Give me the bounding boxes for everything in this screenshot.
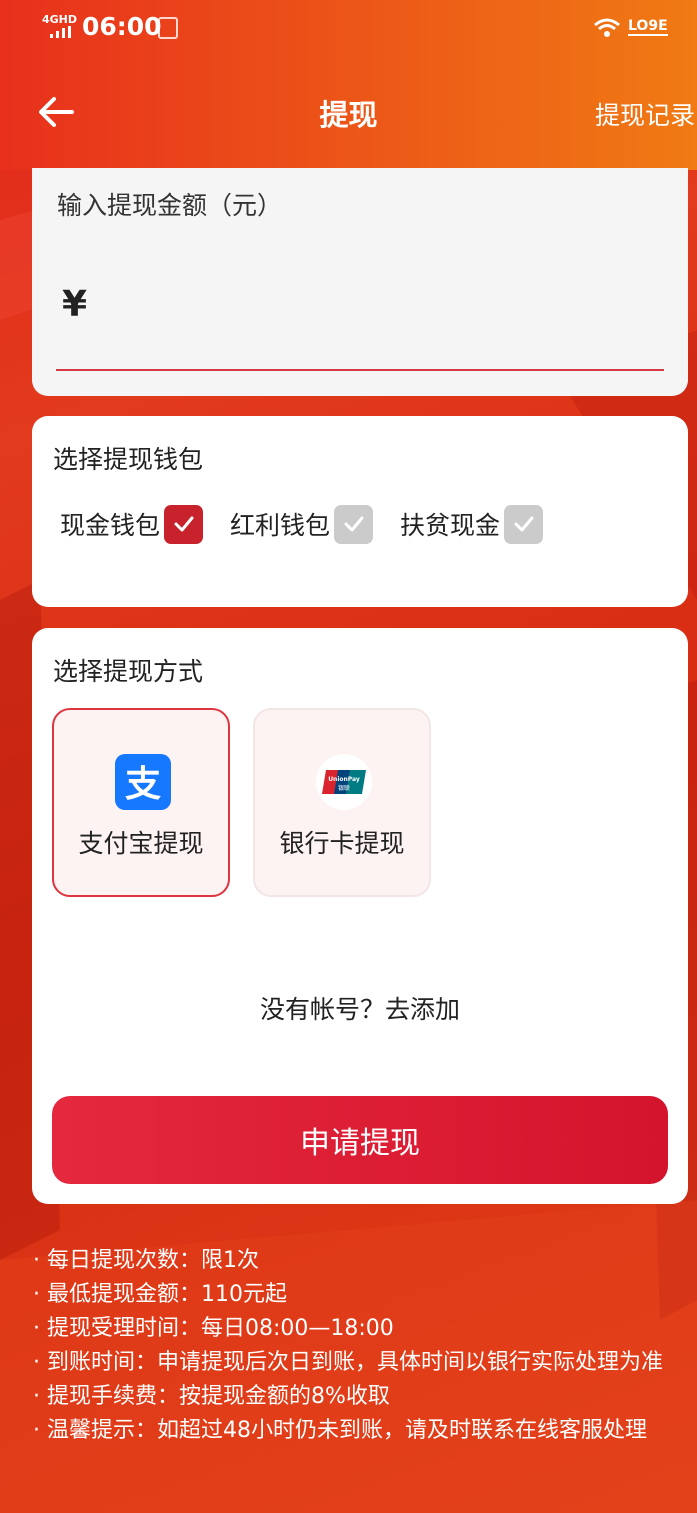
- wallet-section-title: 选择提现钱包: [53, 445, 204, 474]
- apply-withdraw-button[interactable]: 申请提现: [52, 1096, 668, 1184]
- wallet-option-bonus[interactable]: 红利钱包: [230, 504, 374, 544]
- method-alipay[interactable]: 支 支付宝提现: [52, 708, 230, 897]
- currency-symbol: ¥: [62, 284, 88, 325]
- method-label: 支付宝提现: [78, 829, 204, 858]
- wallet-option-cash[interactable]: 现金钱包: [60, 504, 204, 544]
- note-item: · 提现手续费：按提现金额的8%收取: [33, 1384, 390, 1409]
- note-item: · 每日提现次数：限1次: [33, 1248, 259, 1273]
- add-account-link[interactable]: 没有帐号？去添加: [32, 990, 688, 1026]
- amount-label: 输入提现金额（元）: [57, 191, 283, 220]
- wallet-card: 选择提现钱包 现金钱包 红利钱包 扶贫现金: [32, 416, 688, 607]
- checkbox-unchecked-icon[interactable]: [334, 504, 374, 544]
- input-underline: [56, 369, 664, 371]
- checkbox-checked-icon[interactable]: [164, 504, 204, 544]
- note-item: · 提现受理时间：每日08:00—18:00: [33, 1316, 394, 1341]
- svg-text:银联: 银联: [338, 784, 350, 792]
- clock: 06:00: [82, 12, 162, 41]
- method-card: 选择提现方式 支 支付宝提现 UnionPay 银联 银行卡提现 没有帐号？去添…: [32, 628, 688, 1204]
- svg-text:支: 支: [125, 764, 161, 805]
- note-item: · 到账时间：申请提现后次日到账，具体时间以银行实际处理为准: [33, 1350, 663, 1375]
- unionpay-icon: UnionPay 银联: [316, 754, 372, 810]
- amount-card: 输入提现金额（元） ¥: [32, 168, 688, 396]
- note-item: · 最低提现金额：110元起: [33, 1282, 287, 1307]
- svg-text:UnionPay: UnionPay: [328, 776, 360, 783]
- withdraw-notes: · 每日提现次数：限1次 · 最低提现金额：110元起 · 提现受理时间：每日0…: [33, 1244, 678, 1448]
- wallet-option-poverty[interactable]: 扶贫现金: [400, 504, 544, 544]
- method-section-title: 选择提现方式: [53, 657, 204, 686]
- notification-icon: [158, 17, 178, 39]
- method-bank-card[interactable]: UnionPay 银联 银行卡提现: [253, 708, 431, 897]
- status-bar: 4GHD 06:00 LO9E: [0, 0, 697, 58]
- wallet-option-label: 红利钱包: [230, 511, 331, 540]
- network-type: 4GHD: [42, 13, 78, 26]
- carrier-label: LO9E: [628, 18, 668, 36]
- wallet-option-label: 现金钱包: [60, 511, 161, 540]
- withdraw-records-link[interactable]: 提现记录: [595, 96, 695, 132]
- checkbox-unchecked-icon[interactable]: [504, 504, 544, 544]
- wifi-icon: [594, 18, 620, 37]
- wallet-option-label: 扶贫现金: [400, 511, 501, 540]
- amount-input[interactable]: [104, 283, 648, 331]
- note-item: · 温馨提示：如超过48小时仍未到账，请及时联系在线客服处理: [33, 1418, 647, 1443]
- method-label: 银行卡提现: [279, 829, 405, 858]
- signal-icon: [50, 26, 71, 38]
- page-title: 提现: [319, 98, 378, 132]
- alipay-icon: 支: [115, 754, 171, 810]
- nav-bar: 提现 提现记录: [0, 70, 697, 154]
